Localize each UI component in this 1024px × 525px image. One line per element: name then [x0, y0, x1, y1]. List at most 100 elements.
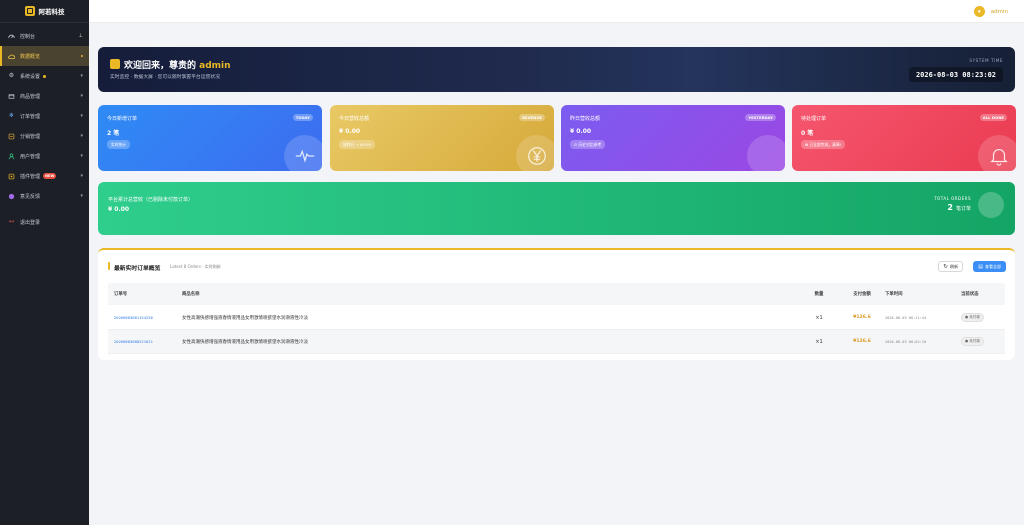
- status-badge: ● 未付款: [961, 337, 985, 346]
- stat-card-yesterday-revenue[interactable]: 昨日营收总额 YESTERDAY ¥ 0.00 ⊙ 历史对比参考: [561, 105, 785, 171]
- card-value: 0 笔: [801, 130, 814, 137]
- chevron-down-icon: ▾: [80, 113, 83, 119]
- sidebar-item-orders[interactable]: ❄ 订单管理 ▾: [0, 106, 89, 126]
- dashboard-icon: [8, 33, 15, 40]
- cloud-icon: [8, 53, 15, 60]
- chevron-down-icon: ▾: [80, 173, 83, 179]
- chevron-down-icon: ▾: [80, 93, 83, 99]
- banner-title: 欢迎回来，尊贵的 admin: [124, 58, 231, 71]
- view-all-label: 查看全部: [985, 263, 1001, 269]
- total-deco-icon: [978, 192, 1004, 218]
- order-id-link[interactable]: 20260803081154256: [108, 315, 182, 320]
- card-title: 待处理订单: [801, 116, 827, 122]
- card-value: ¥ 0.00: [570, 128, 592, 135]
- total-orders-number: 2: [947, 203, 953, 212]
- table-row[interactable]: 20260803080221621 女性高潮快感增强液春情液用品女用激情喷欲望水…: [108, 330, 1005, 354]
- brand[interactable]: 阿若科技: [0, 0, 89, 23]
- active-dot-icon: [81, 55, 83, 57]
- bell-icon: [978, 135, 1016, 171]
- chevron-down-icon: ▾: [80, 73, 83, 79]
- card-pill: 较昨日 + 99.00: [339, 140, 375, 149]
- chevron-down-icon: ▾: [80, 193, 83, 199]
- user-menu[interactable]: ★ admin: [973, 6, 1008, 17]
- sidebar-item-plugins[interactable]: 插件管理 NEW ▾: [0, 166, 89, 186]
- sidebar-item-settings[interactable]: ⚙ 系统设置 ▾: [0, 66, 89, 86]
- sidebar-item-label: 退出登录: [20, 219, 41, 226]
- banner-subtitle: 实时监控 · 数据大屏 · 您可以随时掌握平台运营状况: [110, 75, 220, 80]
- order-amount: ¥126.6: [853, 315, 871, 320]
- cart-icon: [8, 93, 15, 100]
- card-tag: YESTERDAY: [745, 114, 776, 121]
- snowflake-icon: ❄: [8, 112, 15, 119]
- pulse-icon: [284, 135, 322, 171]
- panel-subtitle: Latest 8 Orders · 实时刷新: [170, 264, 221, 269]
- card-title: 昨日营收总额: [570, 116, 601, 122]
- total-value: ¥ 0.00: [108, 206, 130, 213]
- column-header: 下单时间: [885, 292, 903, 297]
- gear-icon: ⚙: [8, 72, 15, 79]
- total-orders-unit: 笔订单: [955, 206, 971, 212]
- user-icon: [8, 152, 15, 160]
- banner-logo-icon: [110, 59, 120, 69]
- topbar: ★ admin: [89, 0, 1024, 23]
- sidebar-item-logout[interactable]: ↤ 退出登录: [0, 212, 89, 232]
- card-tag: TODAY: [292, 114, 313, 121]
- status-badge: ● 未付款: [961, 313, 985, 322]
- column-header: 商品名称: [182, 292, 200, 297]
- system-time-label: SYSTEM TIME: [969, 58, 1003, 63]
- refresh-label: 刷新: [950, 263, 958, 269]
- welcome-banner: 欢迎回来，尊贵的 admin 实时监控 · 数据大屏 · 您可以随时掌握平台运营…: [98, 47, 1015, 92]
- product-name: 女性高潮快感增强液春情液用品女用激情喷欲望水润滑液性冷淡: [182, 315, 308, 321]
- card-pill: 实时统计: [107, 140, 131, 149]
- brand-name: 阿若科技: [38, 8, 65, 16]
- card-title: 今日营收总额: [339, 116, 370, 122]
- pin-icon[interactable]: ⊥: [79, 33, 83, 39]
- card-pill: ✿ 已全部完成，真棒!: [801, 140, 846, 149]
- stat-card-pending-orders[interactable]: 待处理订单 ALL DONE 0 笔 ✿ 已全部完成，真棒!: [792, 105, 1016, 171]
- sidebar-item-label: 数据概览: [20, 53, 41, 60]
- card-value: ¥ 0.00: [339, 128, 361, 135]
- sidebar: 阿若科技 控制台 ⊥ 数据概览 ⚙ 系统设置 ▾ 商品管理 ▾ ❄ 订单管理 ▾…: [0, 0, 89, 525]
- panel-title: 最新实时订单概览: [114, 266, 161, 272]
- sidebar-item-overview[interactable]: 数据概览: [0, 46, 89, 66]
- stat-card-today-orders[interactable]: 今日新增订单 TODAY 2 笔 实时统计: [98, 105, 322, 171]
- card-tag: REVENUE: [519, 114, 545, 121]
- card-tag: ALL DONE: [979, 114, 1007, 121]
- product-name: 女性高潮快感增强液春情液用品女用激情喷欲望水润滑液性冷淡: [182, 339, 308, 345]
- stat-card-today-revenue[interactable]: 今日营收总额 REVENUE ¥ 0.00 较昨日 + 99.00: [330, 105, 554, 171]
- order-id-link[interactable]: 20260803080221621: [108, 339, 182, 344]
- sidebar-item-products[interactable]: 商品管理 ▾: [0, 86, 89, 106]
- sidebar-item-distribution[interactable]: 分销管理 ▾: [0, 126, 89, 146]
- order-qty: ×1: [815, 314, 823, 321]
- feedback-icon: [8, 193, 15, 200]
- sidebar-item-feedback[interactable]: 意见反馈 ▾: [0, 186, 89, 206]
- refresh-button[interactable]: ↻ 刷新: [938, 261, 963, 272]
- sidebar-item-label: 系统设置: [20, 73, 41, 80]
- column-header: 当前状态: [961, 292, 979, 297]
- greeting-username: admin: [199, 61, 231, 71]
- sidebar-nav: 控制台 ⊥ 数据概览 ⚙ 系统设置 ▾ 商品管理 ▾ ❄ 订单管理 ▾ 分销管理…: [0, 26, 89, 232]
- sidebar-item-label: 商品管理: [20, 93, 41, 100]
- sidebar-item-label: 分销管理: [20, 133, 41, 140]
- sidebar-item-label: 用户管理: [20, 153, 41, 160]
- view-all-button[interactable]: ▤ 查看全部: [973, 261, 1006, 272]
- chevron-down-icon: ▾: [80, 133, 83, 139]
- card-title: 今日新增订单: [107, 116, 138, 122]
- username[interactable]: admin: [991, 9, 1008, 15]
- sidebar-item-console[interactable]: 控制台 ⊥: [0, 26, 89, 46]
- order-time: 2026-08-03 08:02:10: [885, 339, 927, 344]
- brand-logo: [24, 6, 35, 16]
- avatar[interactable]: ★: [973, 6, 985, 17]
- column-header: 数量: [814, 292, 824, 297]
- order-status-cell: ● 未付款: [961, 313, 1005, 322]
- sidebar-item-users[interactable]: 用户管理 ▾: [0, 146, 89, 166]
- order-status-cell: ● 未付款: [961, 337, 1005, 346]
- column-header: 订单号: [114, 292, 128, 297]
- order-time: 2026-08-03 08:11:44: [885, 315, 927, 320]
- table-row[interactable]: 20260803081154256 女性高潮快感增强液春情液用品女用激情喷欲望水…: [108, 306, 1005, 330]
- plugin-icon: [8, 173, 15, 180]
- chevron-down-icon: ▾: [80, 153, 83, 159]
- refresh-icon: ↻: [943, 263, 948, 270]
- order-qty: ×1: [815, 338, 823, 345]
- latest-orders-panel: 最新实时订单概览 Latest 8 Orders · 实时刷新 ↻ 刷新 ▤ 查…: [98, 248, 1015, 360]
